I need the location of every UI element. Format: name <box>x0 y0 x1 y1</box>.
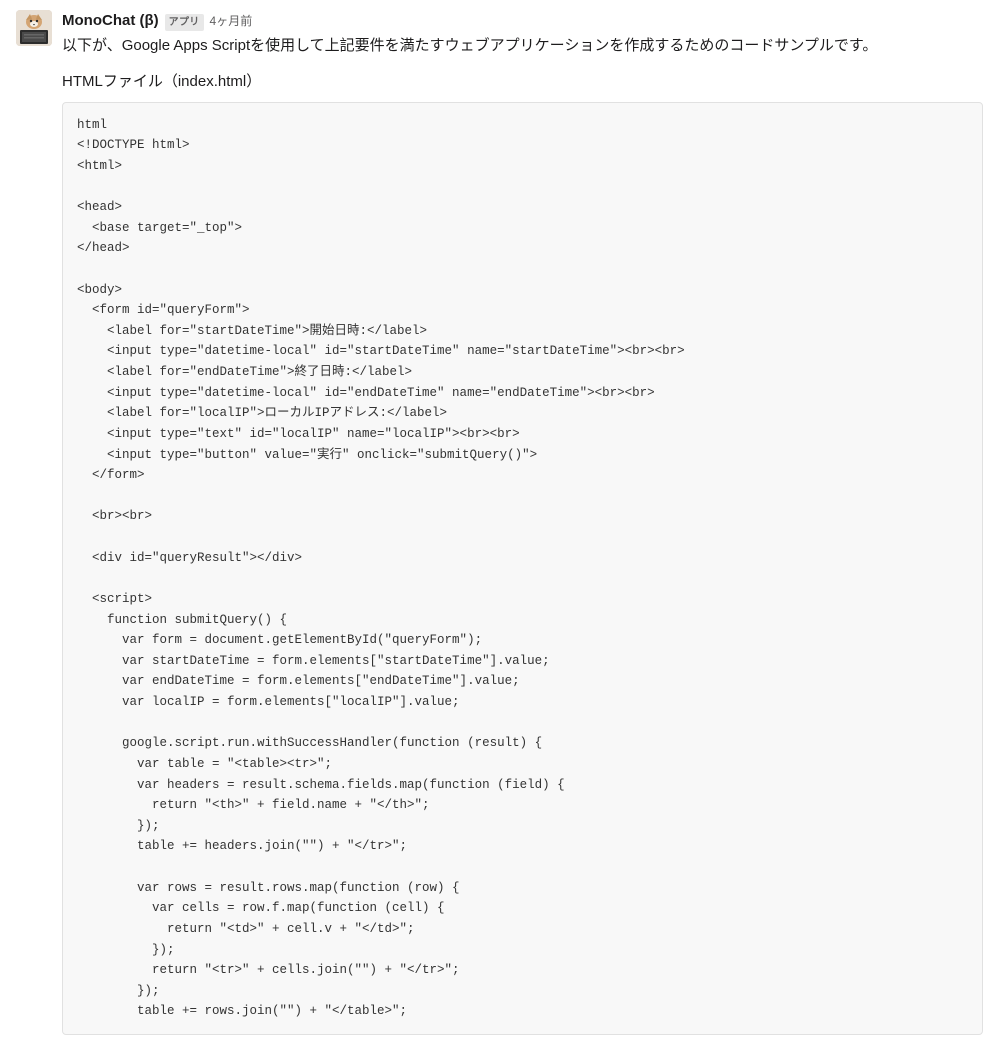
avatar-icon <box>16 10 52 46</box>
app-badge: アプリ <box>165 14 204 31</box>
code-block[interactable]: html <!DOCTYPE html> <html> <head> <base… <box>62 102 983 1036</box>
message-intro-text: 以下が、Google Apps Scriptを使用して上記要件を満たすウェブアプ… <box>62 35 983 58</box>
message-body: MonoChat (β) アプリ 4ヶ月前 以下が、Google Apps Sc… <box>62 10 983 1035</box>
section-title: HTMLファイル（index.html） <box>62 71 983 94</box>
message-header: MonoChat (β) アプリ 4ヶ月前 <box>62 10 983 33</box>
timestamp[interactable]: 4ヶ月前 <box>210 12 253 30</box>
avatar[interactable] <box>16 10 52 46</box>
message-container: MonoChat (β) アプリ 4ヶ月前 以下が、Google Apps Sc… <box>16 10 983 1035</box>
username[interactable]: MonoChat (β) <box>62 10 159 33</box>
